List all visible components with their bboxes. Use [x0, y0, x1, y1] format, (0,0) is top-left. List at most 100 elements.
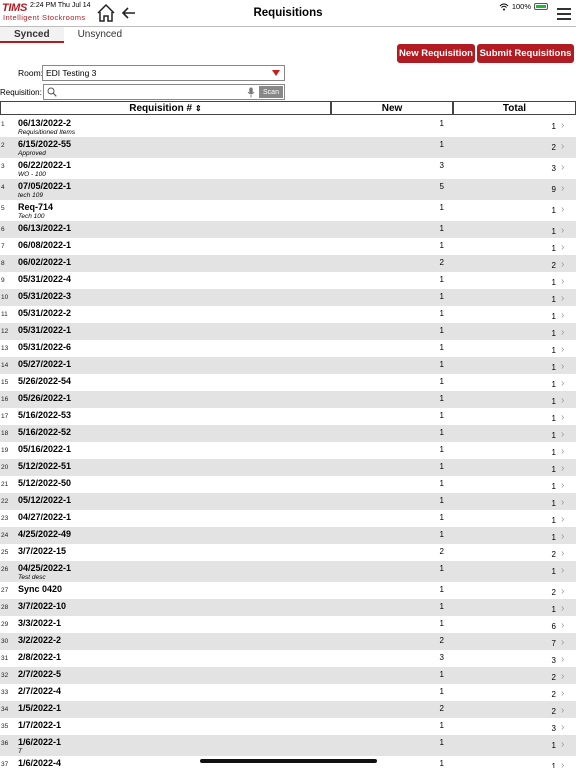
table-row[interactable]: 22 05/12/2022-1 1 1 ›	[0, 493, 576, 510]
new-count: 2	[439, 258, 444, 267]
table-row[interactable]: 20 5/12/2022-51 1 1 ›	[0, 459, 576, 476]
requisition-search-input[interactable]: Scan	[43, 84, 285, 100]
table-row[interactable]: 18 5/16/2022-52 1 1 ›	[0, 425, 576, 442]
total-count: 1	[551, 312, 556, 321]
new-count: 1	[439, 687, 444, 696]
table-row[interactable]: 3 06/22/2022-1 WO - 100 3 3 ›	[0, 158, 576, 179]
total-count: 1	[551, 605, 556, 614]
table-row[interactable]: 7 06/08/2022-1 1 1 ›	[0, 238, 576, 255]
row-number: 25	[1, 549, 9, 556]
chevron-right-icon: ›	[561, 603, 565, 614]
table-row[interactable]: 6 06/13/2022-1 1 1 ›	[0, 221, 576, 238]
table-row[interactable]: 13 05/31/2022-6 1 1 ›	[0, 340, 576, 357]
column-header-total: Total	[453, 101, 576, 115]
table-row[interactable]: 16 05/26/2022-1 1 1 ›	[0, 391, 576, 408]
table-row[interactable]: 19 05/16/2022-1 1 1 ›	[0, 442, 576, 459]
submit-requisitions-button[interactable]: Submit Requisitions	[477, 44, 574, 63]
total-count: 1	[551, 329, 556, 338]
row-number: 4	[1, 184, 5, 191]
table-row[interactable]: 34 1/5/2022-1 2 2 ›	[0, 701, 576, 718]
table-row[interactable]: 27 Sync 0420 1 2 ›	[0, 582, 576, 599]
table-row[interactable]: 32 2/7/2022-5 1 2 ›	[0, 667, 576, 684]
new-count: 1	[439, 224, 444, 233]
row-number: 29	[1, 621, 9, 628]
row-number: 37	[1, 761, 9, 768]
row-number: 20	[1, 464, 9, 471]
row-number: 33	[1, 689, 9, 696]
tab-unsynced[interactable]: Unsynced	[64, 27, 136, 43]
table-row[interactable]: 36 1/6/2022-1 T 1 1 ›	[0, 735, 576, 756]
room-select[interactable]: EDI Testing 3	[42, 65, 285, 81]
requisition-number: 3/7/2022-15	[18, 546, 67, 556]
total-count: 1	[551, 206, 556, 215]
table-row[interactable]: 14 05/27/2022-1 1 1 ›	[0, 357, 576, 374]
new-count: 1	[439, 309, 444, 318]
total-count: 2	[551, 550, 556, 559]
battery-icon	[534, 3, 548, 10]
table-row[interactable]: 5 Req-714 Tech 100 1 1 ›	[0, 200, 576, 221]
table-row[interactable]: 10 05/31/2022-3 1 1 ›	[0, 289, 576, 306]
new-count: 2	[439, 704, 444, 713]
table-row[interactable]: 30 3/2/2022-2 2 7 ›	[0, 633, 576, 650]
table-row[interactable]: 23 04/27/2022-1 1 1 ›	[0, 510, 576, 527]
chevron-right-icon: ›	[561, 259, 565, 270]
new-count: 1	[439, 377, 444, 386]
table-row[interactable]: 12 05/31/2022-1 1 1 ›	[0, 323, 576, 340]
table-row[interactable]: 21 5/12/2022-50 1 1 ›	[0, 476, 576, 493]
hamburger-menu-icon	[557, 8, 571, 10]
chevron-right-icon: ›	[561, 242, 565, 253]
total-count: 2	[551, 707, 556, 716]
requisition-description: tech 109	[18, 192, 43, 199]
row-number: 12	[1, 328, 9, 335]
chevron-right-icon: ›	[561, 480, 565, 491]
table-row[interactable]: 11 05/31/2022-2 1 1 ›	[0, 306, 576, 323]
new-count: 1	[439, 140, 444, 149]
requisition-number: 06/13/2022-2	[18, 118, 72, 128]
row-number: 16	[1, 396, 9, 403]
table-row[interactable]: 33 2/7/2022-4 1 2 ›	[0, 684, 576, 701]
new-count: 1	[439, 119, 444, 128]
row-number: 23	[1, 515, 9, 522]
chevron-right-icon: ›	[561, 429, 565, 440]
table-row[interactable]: 31 2/8/2022-1 3 3 ›	[0, 650, 576, 667]
table-row[interactable]: 24 4/25/2022-49 1 1 ›	[0, 527, 576, 544]
requisition-number: 05/12/2022-1	[18, 495, 72, 505]
sync-tabs: Synced Unsynced	[0, 27, 136, 43]
column-header-requisition[interactable]: Requisition # ⇕	[0, 101, 331, 115]
chevron-right-icon: ›	[561, 722, 565, 733]
row-number: 7	[1, 243, 5, 250]
row-number: 34	[1, 706, 9, 713]
table-row[interactable]: 8 06/02/2022-1 2 2 ›	[0, 255, 576, 272]
table-row[interactable]: 2 6/15/2022-55 Approved 1 2 ›	[0, 137, 576, 158]
scan-button[interactable]: Scan	[259, 86, 283, 98]
chevron-right-icon: ›	[561, 565, 565, 576]
home-indicator	[200, 759, 377, 763]
table-row[interactable]: 28 3/7/2022-10 1 1 ›	[0, 599, 576, 616]
table-row[interactable]: 35 1/7/2022-1 1 3 ›	[0, 718, 576, 735]
new-count: 1	[439, 462, 444, 471]
chevron-right-icon: ›	[561, 412, 565, 423]
hamburger-menu-button[interactable]	[557, 8, 571, 20]
microphone-icon[interactable]	[247, 87, 255, 98]
table-row[interactable]: 26 04/25/2022-1 Test desc 1 1 ›	[0, 561, 576, 582]
requisition-number: 2/7/2022-5	[18, 669, 62, 679]
new-requisition-button[interactable]: New Requisition	[397, 44, 475, 63]
requisition-description: Requisitioned Items	[18, 129, 76, 136]
row-number: 36	[1, 740, 9, 747]
table-row[interactable]: 1 06/13/2022-2 Requisitioned Items 1 1 ›	[0, 116, 576, 137]
table-row[interactable]: 9 05/31/2022-4 1 1 ›	[0, 272, 576, 289]
requisition-number: 6/15/2022-55	[18, 139, 72, 149]
table-row[interactable]: 29 3/3/2022-1 1 6 ›	[0, 616, 576, 633]
table-row[interactable]: 25 3/7/2022-15 2 2 ›	[0, 544, 576, 561]
requisition-description: Approved	[18, 150, 46, 157]
table-row[interactable]: 17 5/16/2022-53 1 1 ›	[0, 408, 576, 425]
total-count: 1	[551, 227, 556, 236]
table-row[interactable]: 4 07/05/2022-1 tech 109 5 9 ›	[0, 179, 576, 200]
requisition-number: 05/31/2022-6	[18, 342, 72, 352]
tab-synced[interactable]: Synced	[0, 27, 64, 43]
total-count: 1	[551, 431, 556, 440]
table-row[interactable]: 15 5/26/2022-54 1 1 ›	[0, 374, 576, 391]
app-header: TIMS Intelligent Stockrooms 2:24 PM Thu …	[0, 0, 576, 27]
total-count: 3	[551, 164, 556, 173]
new-count: 1	[439, 241, 444, 250]
